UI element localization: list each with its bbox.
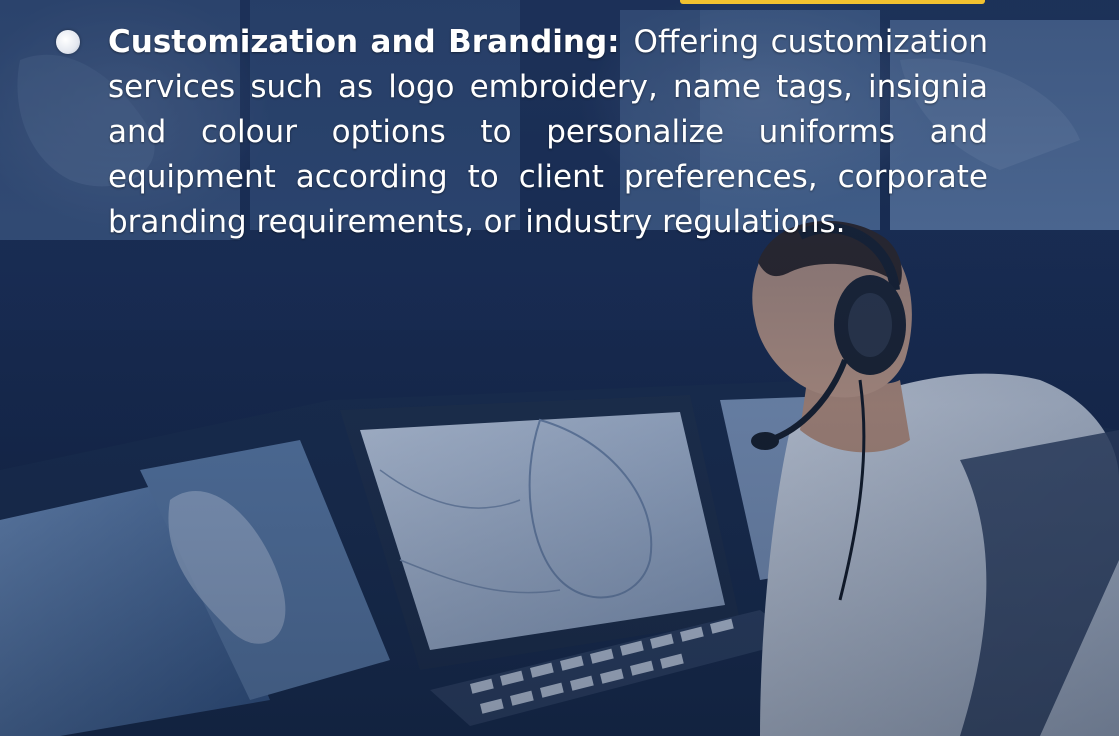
accent-bar [680,0,985,4]
bullet-paragraph: Customization and Branding: Offering cust… [108,20,988,245]
bullet-heading: Customization and Branding: [108,24,620,60]
slide: Customization and Branding: Offering cust… [0,0,1119,736]
bullet-icon [56,30,80,54]
